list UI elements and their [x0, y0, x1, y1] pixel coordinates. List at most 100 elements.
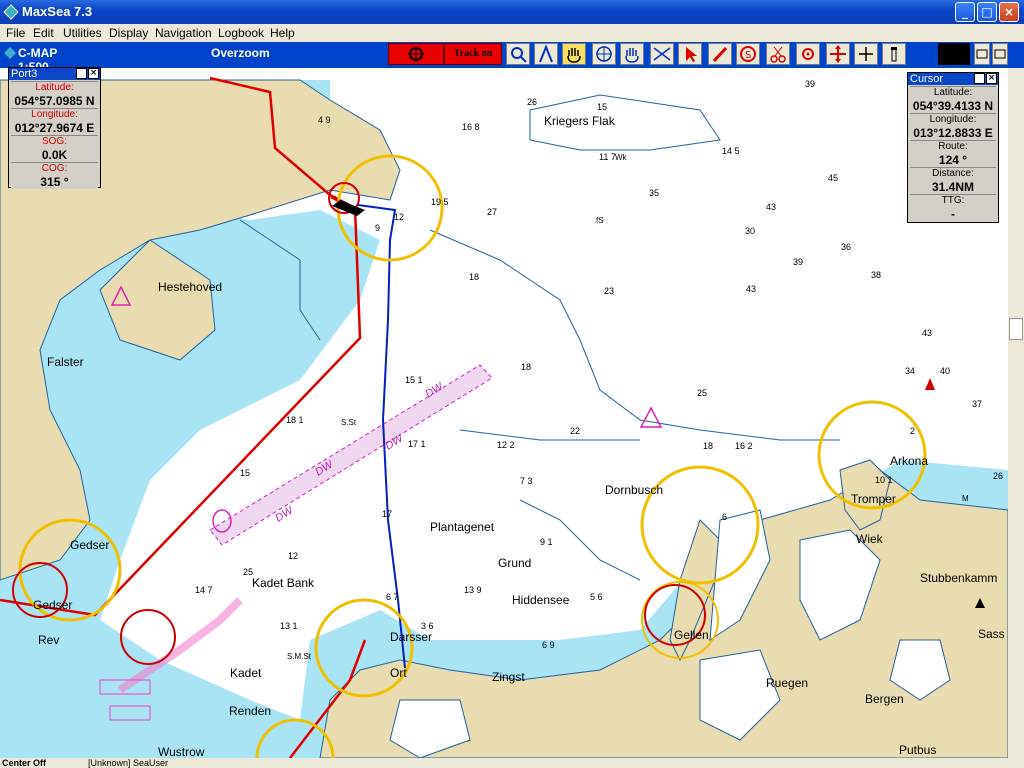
- settings-tool[interactable]: [796, 43, 820, 65]
- code-m: M: [962, 494, 969, 503]
- label-gedser-rev: Gedser: [33, 598, 72, 612]
- cursor-arrow-icon: [686, 47, 697, 62]
- compass-icon: [539, 44, 553, 63]
- depth: 12: [288, 551, 298, 561]
- scroll-thumb[interactable]: [1009, 318, 1023, 340]
- depth: 6: [722, 512, 727, 522]
- menu-file[interactable]: File: [6, 26, 25, 40]
- longitude-cell: Longitude: 012°27.9674 E: [11, 108, 98, 135]
- depth: 14 5: [722, 146, 740, 156]
- pan-tool[interactable]: [620, 43, 644, 65]
- depth: 9 1: [540, 537, 553, 547]
- label-stubbenkamm: Stubbenkamm: [920, 571, 997, 585]
- cursor-tool[interactable]: [678, 43, 702, 65]
- target-tool[interactable]: [592, 43, 616, 65]
- hand-tool[interactable]: [562, 43, 586, 65]
- menu-help[interactable]: Help: [270, 26, 295, 40]
- route-cell: Route: 124 °: [910, 140, 996, 167]
- label-tromper: Tromper: [851, 492, 896, 506]
- distance-value: 31.4NM: [931, 180, 975, 194]
- panel-restore-button[interactable]: [76, 68, 87, 79]
- cog-cell: COG: 315 °: [11, 162, 98, 189]
- crosshair-tool[interactable]: [854, 43, 878, 65]
- label-hestehoved: Hestehoved: [158, 280, 222, 294]
- label-kadet: Kadet: [230, 666, 262, 680]
- panel-close-button[interactable]: ×: [88, 68, 99, 79]
- depth: 35: [649, 188, 659, 198]
- zoom-tool[interactable]: [506, 43, 530, 65]
- depth: 18: [521, 362, 531, 372]
- maximize-button[interactable]: □: [977, 2, 997, 22]
- depth: 17 1: [408, 439, 426, 449]
- depth: 15 1: [405, 375, 423, 385]
- nautical-chart[interactable]: Falster Hestehoved Gedser Gedser Rev Kad…: [0, 68, 1008, 758]
- minimize-button[interactable]: _: [955, 2, 975, 22]
- move-tool[interactable]: [826, 43, 850, 65]
- lighthouse-tool[interactable]: [882, 43, 906, 65]
- depth: 18 1: [286, 415, 304, 425]
- depth: 27: [487, 207, 497, 217]
- chart-canvas[interactable]: Falster Hestehoved Gedser Gedser Rev Kad…: [0, 68, 1008, 758]
- depth: 17: [382, 509, 392, 519]
- depth: 10 1: [875, 475, 893, 485]
- depth: 37: [972, 399, 982, 409]
- depth: 26: [993, 471, 1003, 481]
- settings-icon: [802, 48, 814, 60]
- sog-label: SOG:: [41, 136, 67, 147]
- label-sass: Sass: [978, 627, 1005, 641]
- cursor-panel[interactable]: Cursor × Latitude: 054°39.4133 N Longitu…: [907, 72, 999, 223]
- display-indicator: [938, 43, 970, 65]
- sog-value: 0.0K: [41, 148, 68, 162]
- depth: 9: [375, 223, 380, 233]
- depth: 39: [805, 79, 815, 89]
- cursor-latitude-cell: Latitude: 054°39.4133 N: [910, 86, 996, 113]
- depth: 14 7: [195, 585, 213, 595]
- depth: 23: [604, 286, 614, 296]
- label-wustrow: Wustrow: [158, 745, 205, 758]
- measure-icon: [653, 47, 671, 61]
- depth: 39: [793, 257, 803, 267]
- menu-navigation[interactable]: Navigation: [155, 26, 212, 40]
- scissors-tool[interactable]: [766, 43, 790, 65]
- depth: 13 1: [280, 621, 298, 631]
- user-status: [Unknown] SeaUser: [88, 758, 169, 768]
- panel-toggle-2[interactable]: [992, 43, 1008, 65]
- close-button[interactable]: ×: [999, 2, 1019, 22]
- depth: 45: [828, 173, 838, 183]
- pencil-tool[interactable]: [708, 43, 732, 65]
- track-on-button[interactable]: Track on: [444, 43, 502, 65]
- menu-edit[interactable]: Edit: [33, 26, 54, 40]
- measure-tool[interactable]: [650, 43, 674, 65]
- menu-bar: File Edit Utilities Display Navigation L…: [0, 24, 1024, 42]
- route-tool[interactable]: S: [736, 43, 760, 65]
- depth: 2: [910, 426, 915, 436]
- center-status[interactable]: Center Off: [2, 758, 46, 768]
- label-kadet-bank: Kadet Bank: [252, 576, 315, 590]
- route-value: 124 °: [938, 153, 968, 167]
- zoom-icon: [511, 47, 527, 63]
- depth: 12: [394, 212, 404, 222]
- panel-toggle-1[interactable]: [974, 43, 990, 65]
- depth: 16 8: [462, 122, 480, 132]
- panel-restore-button[interactable]: [974, 73, 985, 84]
- route-label: Route:: [938, 141, 968, 152]
- latitude-value: 054°57.0985 N: [14, 94, 95, 108]
- menu-display[interactable]: Display: [109, 26, 148, 40]
- record-button[interactable]: [388, 43, 444, 65]
- label-plantagenet: Plantagenet: [430, 520, 495, 534]
- menu-utilities[interactable]: Utilities: [63, 26, 102, 40]
- depth: 40: [940, 366, 950, 376]
- depth: 25: [697, 388, 707, 398]
- vertical-scrollbar[interactable]: [1008, 68, 1024, 758]
- label-renden: Renden: [229, 704, 271, 718]
- compass-tool[interactable]: [534, 43, 558, 65]
- label-gedser: Gedser: [70, 538, 109, 552]
- pencil-icon: [712, 46, 728, 63]
- menu-logbook[interactable]: Logbook: [218, 26, 264, 40]
- code-wk: Wk: [615, 153, 628, 162]
- status-bar: Center Off [Unknown] SeaUser: [0, 758, 1024, 768]
- depth: 12 2: [497, 440, 515, 450]
- depth: 5 6: [590, 592, 603, 602]
- panel-close-button[interactable]: ×: [986, 73, 997, 84]
- port-panel[interactable]: Port3 × Latitude: 054°57.0985 N Longitud…: [8, 67, 101, 189]
